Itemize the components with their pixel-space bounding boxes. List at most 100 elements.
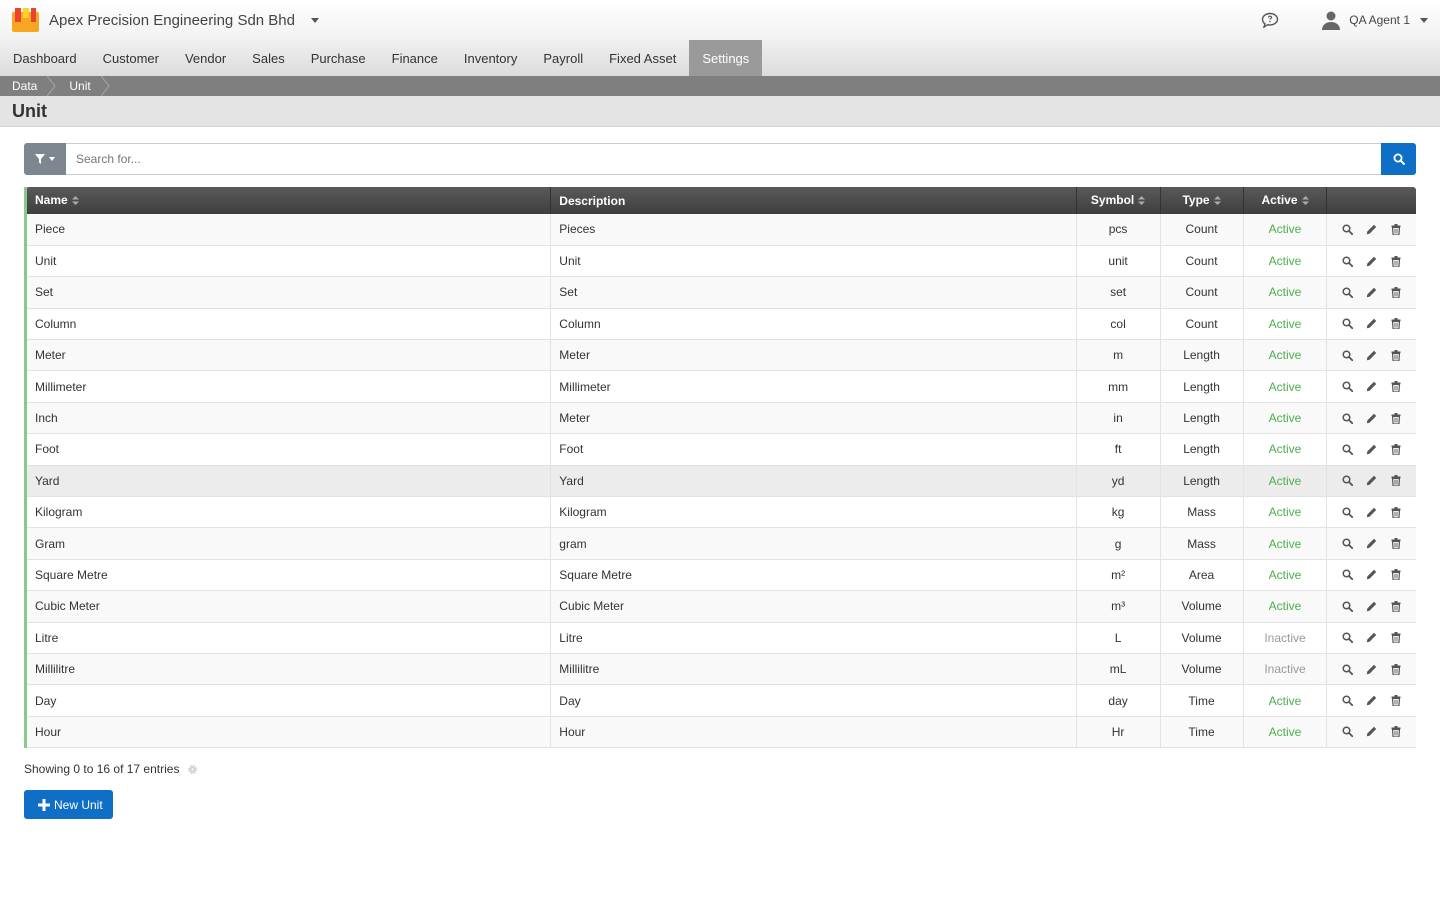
new-unit-button[interactable]: New Unit	[24, 790, 113, 820]
nav-finance[interactable]: Finance	[379, 40, 451, 76]
view-icon[interactable]	[1342, 600, 1354, 612]
nav-vendor[interactable]: Vendor	[172, 40, 239, 76]
delete-icon[interactable]	[1390, 726, 1402, 738]
view-icon[interactable]	[1342, 255, 1354, 267]
edit-icon[interactable]	[1366, 632, 1378, 644]
user-menu[interactable]: QA Agent 1	[1321, 10, 1428, 30]
table-row[interactable]: Foot Foot ft Length Active	[25, 433, 1416, 466]
edit-icon[interactable]	[1366, 569, 1378, 581]
unit-table: Name Description Symbol Type Active Piec…	[24, 187, 1416, 749]
view-icon[interactable]	[1342, 569, 1354, 581]
table-row[interactable]: Hour Hour Hr Time Active	[25, 716, 1416, 749]
delete-icon[interactable]	[1390, 318, 1402, 330]
table-row[interactable]: Inch Meter in Length Active	[25, 402, 1416, 435]
delete-icon[interactable]	[1390, 695, 1402, 707]
view-icon[interactable]	[1342, 475, 1354, 487]
nav-settings[interactable]: Settings	[689, 40, 763, 76]
delete-icon[interactable]	[1390, 663, 1402, 675]
filter-button[interactable]	[24, 143, 66, 175]
delete-icon[interactable]	[1390, 223, 1402, 235]
status-badge: Active	[1243, 214, 1328, 246]
breadcrumb-data[interactable]: Data	[0, 76, 47, 96]
search-button[interactable]	[1381, 143, 1416, 175]
breadcrumb-unit[interactable]: Unit	[57, 76, 100, 96]
status-badge: Active	[1243, 245, 1328, 278]
nav-customer[interactable]: Customer	[90, 40, 172, 76]
delete-icon[interactable]	[1390, 569, 1402, 581]
view-icon[interactable]	[1342, 349, 1354, 361]
nav-fixed-asset[interactable]: Fixed Asset	[596, 40, 689, 76]
view-icon[interactable]	[1342, 506, 1354, 518]
edit-icon[interactable]	[1366, 663, 1378, 675]
table-row[interactable]: Piece Pieces pcs Count Active	[25, 214, 1416, 246]
table-row[interactable]: Day Day day Time Active	[25, 684, 1416, 717]
nav-inventory[interactable]: Inventory	[451, 40, 530, 76]
edit-icon[interactable]	[1366, 726, 1378, 738]
edit-icon[interactable]	[1366, 695, 1378, 707]
table-row[interactable]: Kilogram Kilogram kg Mass Active	[25, 496, 1416, 529]
table-row[interactable]: Square Metre Square Metre m² Area Active	[25, 559, 1416, 592]
view-icon[interactable]	[1342, 381, 1354, 393]
nav-sales[interactable]: Sales	[239, 40, 298, 76]
table-row[interactable]: Millimeter Millimeter mm Length Active	[25, 370, 1416, 403]
edit-icon[interactable]	[1366, 349, 1378, 361]
edit-icon[interactable]	[1366, 538, 1378, 550]
delete-icon[interactable]	[1390, 412, 1402, 424]
delete-icon[interactable]	[1390, 506, 1402, 518]
delete-icon[interactable]	[1390, 255, 1402, 267]
col-header-name[interactable]: Name	[25, 187, 552, 214]
edit-icon[interactable]	[1366, 506, 1378, 518]
delete-icon[interactable]	[1390, 381, 1402, 393]
table-row[interactable]: Gram gram g Mass Active	[25, 527, 1416, 560]
edit-icon[interactable]	[1366, 600, 1378, 612]
view-icon[interactable]	[1342, 286, 1354, 298]
view-icon[interactable]	[1342, 695, 1354, 707]
nav-payroll[interactable]: Payroll	[530, 40, 596, 76]
company-logo	[12, 8, 39, 32]
plus-icon	[38, 798, 50, 811]
table-row[interactable]: Set Set set Count Active	[25, 276, 1416, 309]
table-row[interactable]: Litre Litre L Volume Inactive	[25, 622, 1416, 654]
edit-icon[interactable]	[1366, 443, 1378, 455]
edit-icon[interactable]	[1366, 255, 1378, 267]
table-row[interactable]: Cubic Meter Cubic Meter m³ Volume Active	[25, 590, 1416, 623]
view-icon[interactable]	[1342, 443, 1354, 455]
edit-icon[interactable]	[1366, 223, 1378, 235]
nav-dashboard[interactable]: Dashboard	[0, 40, 90, 76]
nav-purchase[interactable]: Purchase	[298, 40, 379, 76]
edit-icon[interactable]	[1366, 318, 1378, 330]
col-header-active[interactable]: Active	[1243, 187, 1328, 214]
delete-icon[interactable]	[1390, 600, 1402, 612]
search-input[interactable]	[66, 143, 1381, 175]
main-nav: Dashboard Customer Vendor Sales Purchase Fina…	[0, 40, 1440, 76]
company-selector[interactable]: Apex Precision Engineering Sdn Bhd	[12, 8, 319, 32]
edit-icon[interactable]	[1366, 412, 1378, 424]
edit-icon[interactable]	[1366, 381, 1378, 393]
delete-icon[interactable]	[1390, 538, 1402, 550]
cell-name: Yard	[25, 465, 552, 498]
view-icon[interactable]	[1342, 538, 1354, 550]
view-icon[interactable]	[1342, 223, 1354, 235]
view-icon[interactable]	[1342, 726, 1354, 738]
table-row[interactable]: Millilitre Millilitre mL Volume Inactive	[25, 653, 1416, 686]
delete-icon[interactable]	[1390, 443, 1402, 455]
delete-icon[interactable]	[1390, 349, 1402, 361]
view-icon[interactable]	[1342, 632, 1354, 644]
edit-icon[interactable]	[1366, 286, 1378, 298]
delete-icon[interactable]	[1390, 632, 1402, 644]
view-icon[interactable]	[1342, 412, 1354, 424]
table-row[interactable]: Column Column col Count Active	[25, 308, 1416, 341]
table-row[interactable]: Yard Yard yd Length Active	[25, 465, 1416, 498]
edit-icon[interactable]	[1366, 475, 1378, 487]
delete-icon[interactable]	[1390, 475, 1402, 487]
delete-icon[interactable]	[1390, 286, 1402, 298]
view-icon[interactable]	[1342, 663, 1354, 675]
table-row[interactable]: Meter Meter m Length Active	[25, 339, 1416, 372]
gear-icon[interactable]	[187, 764, 198, 775]
table-row[interactable]: Unit Unit unit Count Active	[25, 245, 1416, 278]
col-header-type[interactable]: Type	[1160, 187, 1244, 214]
view-icon[interactable]	[1342, 318, 1354, 330]
col-header-symbol[interactable]: Symbol	[1076, 187, 1161, 214]
status-badge: Active	[1243, 402, 1328, 435]
chat-icon[interactable]	[1259, 9, 1281, 31]
